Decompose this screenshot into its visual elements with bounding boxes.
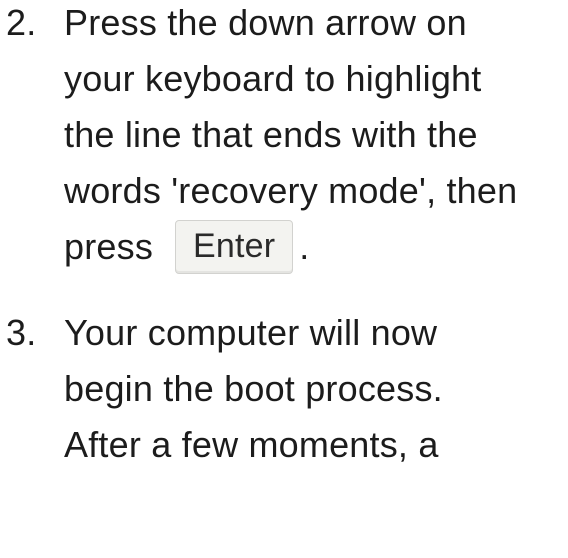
step-text-line: Press the down arrow on — [64, 2, 467, 43]
step-text-prefix: press — [64, 226, 154, 267]
step-text-line: words 'recovery mode', then — [64, 170, 518, 211]
step-text-line: your keyboard to highlight — [64, 58, 482, 99]
step-text-suffix: . — [299, 226, 310, 267]
step-3: 3. Your computer will now begin the boot… — [0, 305, 568, 473]
step-text-line: begin the boot process. — [64, 368, 443, 409]
step-text-line: Your computer will now — [64, 312, 438, 353]
enter-key: Enter — [175, 220, 294, 274]
step-2: 2. Press the down arrow on your keyboard… — [0, 0, 568, 275]
instruction-list: 2. Press the down arrow on your keyboard… — [0, 0, 568, 473]
step-text-line: the line that ends with the — [64, 114, 478, 155]
step-number: 3. — [6, 312, 37, 353]
step-text-last-line: press Enter. — [64, 219, 568, 275]
step-text-line: After a few moments, a — [64, 424, 439, 465]
step-number: 2. — [6, 2, 37, 43]
